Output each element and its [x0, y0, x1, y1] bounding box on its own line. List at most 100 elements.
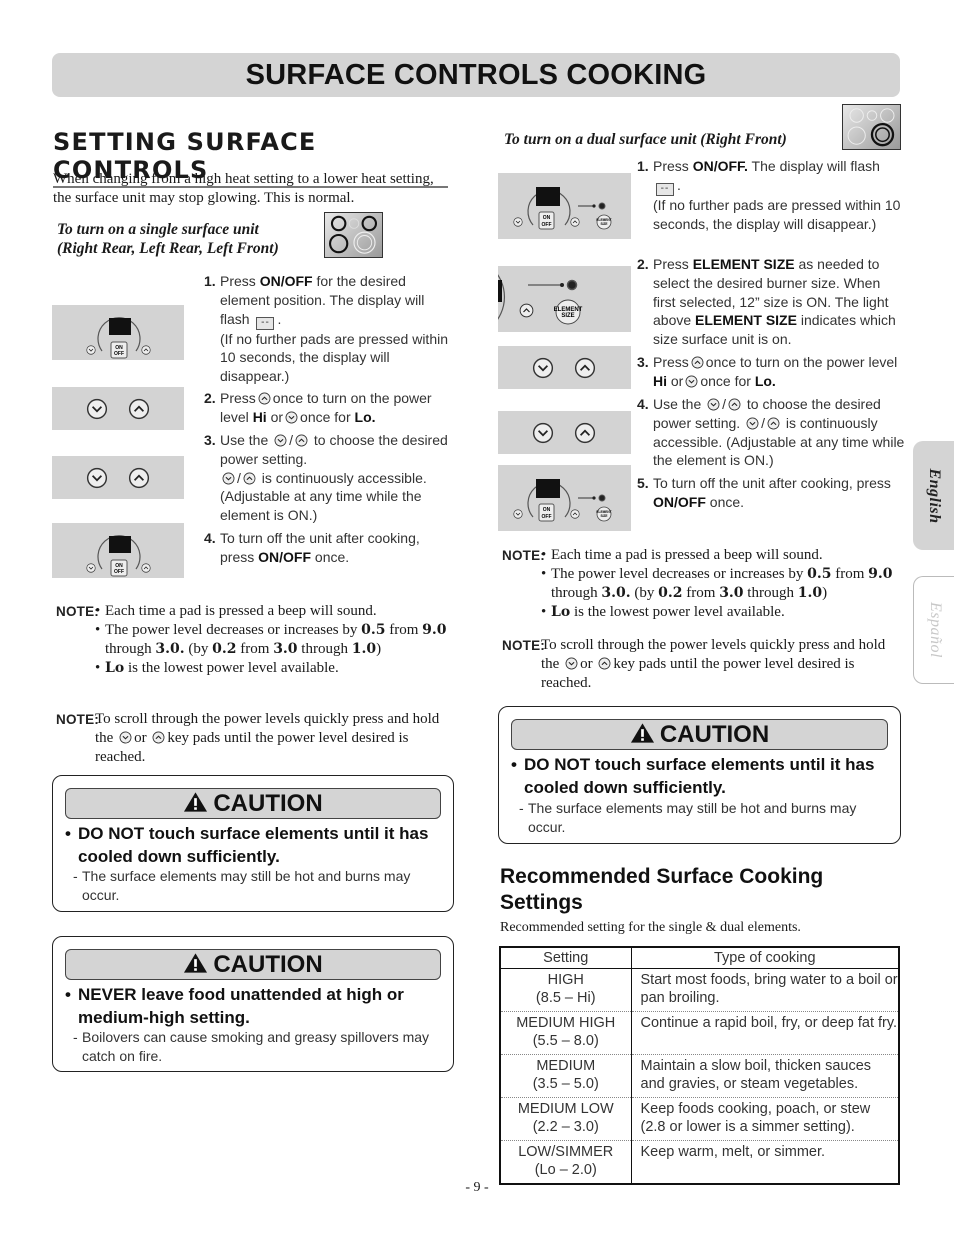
note-scroll: NOTE: To scroll through the power levels…	[52, 711, 440, 765]
note-power-levels: NOTE: Each time a pad is pressed a beep …	[498, 546, 904, 622]
dual-control-panel-element-size: ELEMENT SIZE	[498, 266, 631, 332]
up-arrow-icon	[258, 392, 271, 405]
setting-name: MEDIUM	[536, 1057, 596, 1074]
setting-cell: MEDIUM LOW (2.2 – 3.0)	[500, 1096, 632, 1140]
down-arrow-icon	[285, 411, 298, 424]
up-arrow-icon	[767, 417, 780, 430]
caution-box: CAUTION NEVER leave food unattended at h…	[52, 936, 454, 1072]
up-arrow-icon	[295, 434, 308, 447]
display-flash-icon: --	[656, 182, 674, 196]
control-panel-arrows	[52, 456, 184, 499]
svg-text:OFF: OFF	[114, 569, 124, 575]
single-subhead-line1: To turn on a single surface unit	[57, 221, 259, 238]
svg-text:OFF: OFF	[114, 351, 124, 357]
caution-header: CAUTION	[65, 788, 441, 819]
caution-box: CAUTION DO NOT touch surface elements un…	[498, 706, 901, 844]
setting-cell: HIGH (8.5 – Hi)	[500, 968, 632, 1011]
intro-paragraph: When changing from a high heat setting t…	[53, 171, 434, 206]
setting-name: MEDIUM HIGH	[516, 1014, 616, 1031]
down-arrow-icon	[222, 472, 235, 485]
caution-box: CAUTION DO NOT touch surface elements un…	[52, 775, 454, 912]
setting-cell: MEDIUM HIGH (5.5 – 8.0)	[500, 1010, 632, 1054]
single-unit-subhead: To turn on a single surface unit (Right …	[57, 220, 327, 258]
svg-text:SIZE: SIZE	[600, 222, 607, 226]
table-row: MEDIUM HIGH (5.5 – 8.0) Continue a rapid b…	[500, 1010, 899, 1054]
note-label: NOTE:	[498, 548, 545, 563]
down-arrow-icon	[685, 375, 698, 388]
page-title-bar: SURFACE CONTROLS COOKING	[52, 53, 900, 97]
svg-text:ON: ON	[543, 215, 551, 221]
caution-header: CAUTION	[65, 949, 441, 980]
dual-control-panel-arrows	[498, 346, 631, 389]
setting-range: (Lo – 2.0)	[534, 1162, 597, 1178]
single-step-4: 4. To turn off the unit after cooking, p…	[204, 530, 420, 565]
note-bullet: Each time a pad is pressed a beep will s…	[95, 602, 456, 621]
up-arrow-icon	[152, 731, 165, 744]
down-arrow-icon	[119, 731, 132, 744]
cooking-settings-table: Setting Type of cooking HIGH (8.5 – Hi) St…	[499, 946, 900, 1185]
down-arrow-icon	[274, 434, 287, 447]
setting-name: LOW/SIMMER	[518, 1143, 614, 1160]
table-row: MEDIUM (3.5 – 5.0) Maintain a slow boil, t…	[500, 1053, 899, 1097]
note-bullet: Lo is the lowest power level available.	[541, 603, 904, 622]
tab-espanol[interactable]: Español	[913, 576, 954, 684]
tab-espanol-label: Español	[926, 602, 944, 658]
warning-icon	[630, 722, 655, 744]
cooktop-single-thumbnail	[324, 212, 383, 258]
dual-step-3: 3. Press once to turn on the power level …	[637, 354, 898, 389]
dual-step-2: 2. Press ELEMENT SIZE as needed to selec…	[637, 256, 896, 348]
caution-main-text: DO NOT touch surface elements until it h…	[511, 753, 890, 799]
svg-text:SIZE: SIZE	[561, 313, 574, 319]
dual-step-4: 4. Use the / to choose the desired power…	[637, 396, 905, 469]
cooking-type-cell: Continue a rapid boil, fry, or deep fat …	[631, 1010, 899, 1054]
setting-cell: MEDIUM (3.5 – 5.0)	[500, 1053, 632, 1097]
tab-english[interactable]: English	[913, 441, 954, 550]
dual-unit-subhead: To turn on a dual surface unit (Right Fr…	[504, 131, 787, 148]
note-label: NOTE:	[52, 604, 99, 619]
page-number: - 9 -	[465, 1180, 489, 1195]
table-row: HIGH (8.5 – Hi) Start most foods, bring wa…	[500, 968, 899, 1011]
svg-text:SIZE: SIZE	[600, 514, 607, 518]
setting-range: (2.2 – 3.0)	[532, 1119, 599, 1135]
caution-main-text: NEVER leave food unattended at high or m…	[65, 983, 443, 1029]
setting-cell: LOW/SIMMER (Lo – 2.0)	[500, 1139, 632, 1184]
svg-text:OFF: OFF	[542, 514, 552, 520]
control-panel-arrows	[52, 387, 184, 430]
down-arrow-icon	[565, 657, 578, 670]
down-arrow-icon	[746, 417, 759, 430]
svg-text:OFF: OFF	[542, 222, 552, 228]
setting-range: (5.5 – 8.0)	[532, 1033, 599, 1049]
note-power-levels: NOTE: Each time a pad is pressed a beep …	[52, 602, 456, 678]
dual-control-panel-arrows	[498, 411, 631, 454]
dual-control-panel-onoff: ON OFF ELEMENT SIZE	[498, 173, 631, 239]
down-arrow-icon	[707, 398, 720, 411]
control-panel-onoff: ON OFF	[52, 305, 184, 360]
warning-icon	[183, 791, 208, 813]
note-bullet: The power level decreases or increases b…	[541, 565, 904, 603]
cooktop-burners-icon	[329, 215, 378, 254]
caution-sub-text: Boilovers can cause smoking and greasy s…	[73, 1028, 443, 1066]
single-step-2: 2. Press once to turn on the power level …	[204, 390, 432, 425]
setting-range: (3.5 – 5.0)	[532, 1076, 599, 1092]
single-step-1: 1. Press ON/OFF for the desired element …	[204, 273, 449, 385]
cooking-type-cell: Maintain a slow boil, thicken sauces and…	[631, 1053, 899, 1097]
note-bullet: Each time a pad is pressed a beep will s…	[541, 546, 904, 565]
control-panel-onoff: ON OFF	[52, 523, 184, 578]
column-header-type: Type of cooking	[631, 947, 899, 969]
caution-sub-text: The surface elements may still be hot an…	[519, 799, 890, 837]
cooktop-dual-burner-icon	[847, 108, 895, 147]
cooking-type-cell: Keep warm, melt, or simmer.	[631, 1139, 899, 1184]
tab-english-label: English	[926, 467, 943, 524]
dual-control-panel-onoff: ON OFF ELEMENT SIZE	[498, 465, 631, 531]
single-step-3: 3. Use the / to choose the desired power…	[204, 432, 448, 524]
dual-step-1: 1. Press ON/OFF. The display will flash …	[637, 158, 901, 232]
single-subhead-line2: (Right Rear, Left Rear, Left Front)	[57, 240, 279, 257]
display-flash-icon: --	[256, 316, 275, 330]
page-title: SURFACE CONTROLS COOKING	[245, 59, 707, 91]
recommended-subtitle: Recommended setting for the single & dua…	[500, 920, 801, 935]
setting-name: HIGH	[547, 971, 584, 988]
note-label: NOTE:	[52, 712, 99, 727]
note-bullet: The power level decreases or increases b…	[95, 621, 456, 659]
caution-header: CAUTION	[511, 719, 888, 750]
svg-text:ON: ON	[543, 507, 551, 513]
